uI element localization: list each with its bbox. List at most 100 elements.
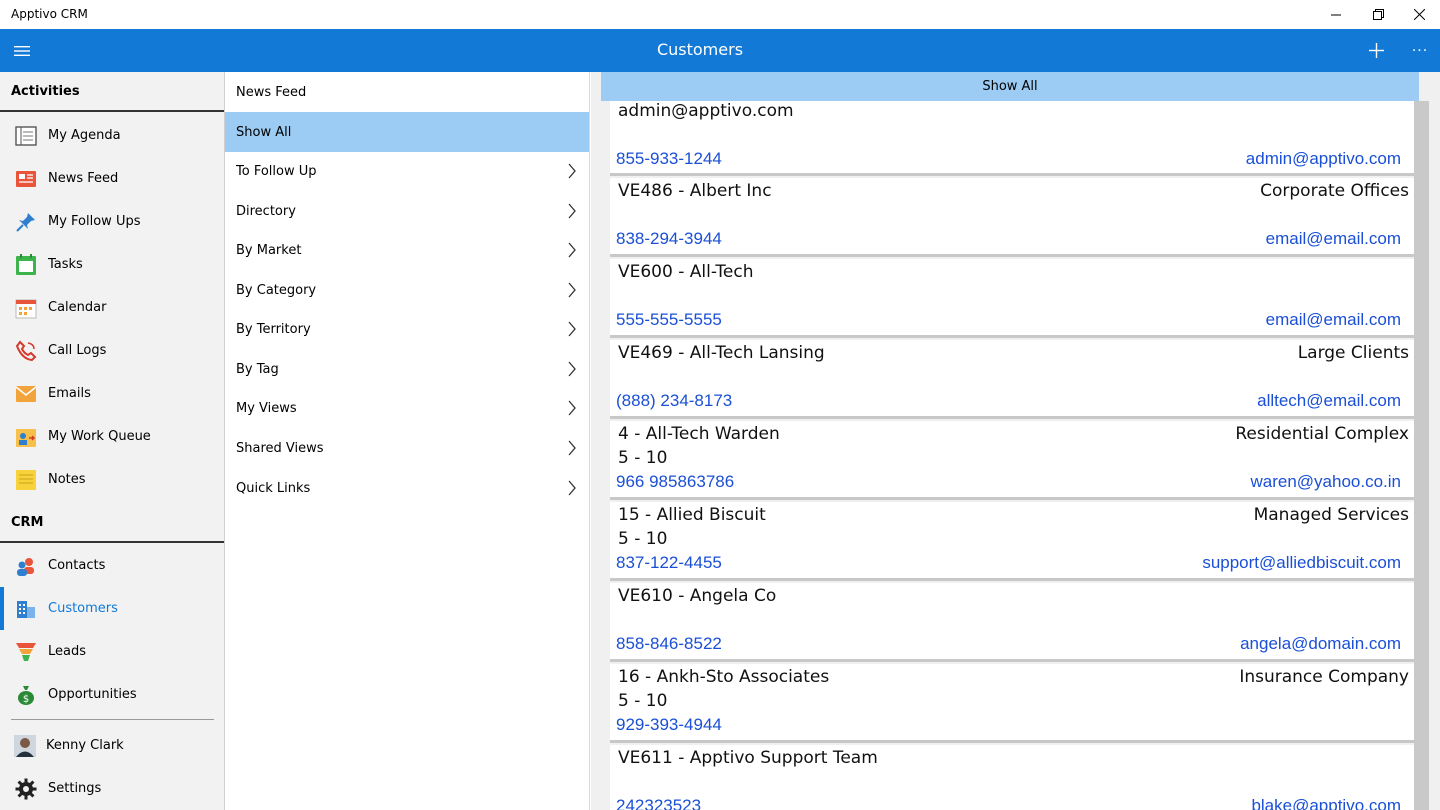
minimize-button[interactable] (1313, 0, 1359, 29)
chevron-right-icon (568, 440, 576, 456)
filter-label: To Follow Up (236, 163, 317, 179)
sidebar-item-contacts[interactable]: Contacts (0, 544, 224, 587)
customer-email[interactable]: email@email.com (1266, 310, 1401, 330)
customer-name: admin@apptivo.com (618, 101, 794, 121)
customer-email[interactable]: admin@apptivo.com (1246, 149, 1401, 169)
customer-name: VE610 - Angela Co (618, 586, 777, 606)
filter-by-tag[interactable]: By Tag (225, 349, 589, 389)
customer-phone[interactable]: (888) 234-8173 (616, 391, 732, 411)
more-options-button[interactable]: ··· (1400, 29, 1440, 72)
sidebar-item-my-work-queue[interactable]: My Work Queue (0, 415, 224, 458)
app-header-bar: Customers ··· (0, 29, 1440, 72)
sidebar-item-opportunities[interactable]: $ Opportunities (0, 673, 224, 716)
customer-card[interactable]: VE610 - Angela Co 858-846-8522 angela@do… (610, 583, 1414, 662)
customer-card[interactable]: 15 - Allied Biscuit Managed Services 5 -… (610, 502, 1414, 581)
customer-email[interactable]: angela@domain.com (1240, 634, 1401, 654)
customer-card[interactable]: VE611 - Apptivo Support Team 242323523 b… (610, 745, 1414, 810)
sidebar-item-label: Notes (48, 472, 86, 487)
customer-card[interactable]: VE469 - All-Tech Lansing Large Clients (… (610, 340, 1414, 419)
customer-email[interactable]: alltech@email.com (1257, 391, 1401, 411)
chevron-right-icon (568, 480, 576, 496)
restore-button[interactable] (1355, 0, 1401, 29)
filter-label: By Tag (236, 361, 279, 377)
filter-directory[interactable]: Directory (225, 191, 589, 231)
customer-card[interactable]: VE600 - All-Tech 555-555-5555 email@emai… (610, 259, 1414, 338)
customer-email[interactable]: email@email.com (1266, 229, 1401, 249)
filter-by-territory[interactable]: By Territory (225, 309, 589, 349)
customer-category: Managed Services (1253, 505, 1409, 525)
chevron-right-icon (568, 203, 576, 219)
customer-phone[interactable]: 242323523 (616, 796, 701, 810)
list-scrollbar[interactable] (1414, 101, 1429, 810)
filter-by-market[interactable]: By Market (225, 230, 589, 270)
customer-email[interactable]: blake@apptivo.com (1251, 796, 1401, 810)
filter-label: By Territory (236, 321, 311, 337)
email-icon (15, 383, 37, 405)
add-customer-button[interactable] (1356, 29, 1396, 72)
gear-icon (15, 778, 37, 800)
sidebar-item-label: My Agenda (48, 128, 121, 143)
filter-shared-views[interactable]: Shared Views (225, 428, 589, 468)
filter-label: By Market (236, 242, 302, 258)
tasks-icon (15, 253, 37, 276)
svg-text:$: $ (23, 694, 29, 705)
restore-icon (1372, 9, 1384, 20)
customer-card[interactable]: VE486 - Albert Inc Corporate Offices 838… (610, 178, 1414, 257)
customer-phone[interactable]: 555-555-5555 (616, 310, 722, 330)
filter-label: Show All (236, 124, 292, 140)
customer-phone[interactable]: 837-122-4455 (616, 553, 722, 573)
customer-email[interactable]: support@alliedbiscuit.com (1202, 553, 1401, 573)
customer-name: VE469 - All-Tech Lansing (618, 343, 825, 363)
sidebar-item-label: News Feed (48, 171, 119, 186)
sidebar-item-tasks[interactable]: Tasks (0, 243, 224, 286)
sidebar-item-my-follow-ups[interactable]: My Follow Ups (0, 200, 224, 243)
sidebar-item-label: Emails (48, 386, 91, 401)
sidebar-item-label: Contacts (48, 558, 106, 573)
sidebar-item-call-logs[interactable]: Call Logs (0, 329, 224, 372)
page-title: Customers (656, 40, 744, 59)
customer-card[interactable]: 16 - Ankh-Sto Associates Insurance Compa… (610, 664, 1414, 743)
sidebar-item-emails[interactable]: Emails (0, 372, 224, 415)
sidebar-item-calendar[interactable]: Calendar (0, 286, 224, 329)
pin-icon (15, 211, 37, 233)
sidebar-item-leads[interactable]: Leads (0, 630, 224, 673)
filter-label: Directory (236, 203, 296, 219)
sidebar-item-my-agenda[interactable]: My Agenda (0, 114, 224, 157)
sidebar-item-settings[interactable]: Settings (0, 767, 224, 810)
sidebar-item-label: My Follow Ups (48, 214, 141, 229)
minimize-icon (1331, 14, 1341, 15)
close-button[interactable] (1396, 0, 1440, 29)
filter-my-views[interactable]: My Views (225, 388, 589, 428)
customer-card[interactable]: admin@apptivo.com 855-933-1244 admin@app… (610, 101, 1414, 176)
close-icon (1413, 9, 1425, 20)
sidebar-item-label: Tasks (48, 257, 83, 272)
sidebar-item-news-feed[interactable]: News Feed (0, 157, 224, 200)
filter-news-feed[interactable]: News Feed (225, 72, 589, 112)
sidebar-item-user-profile[interactable]: Kenny Clark (0, 724, 224, 767)
filter-label: My Views (236, 400, 297, 416)
customer-category: Large Clients (1297, 343, 1409, 363)
sidebar-item-label: Calendar (48, 300, 107, 315)
money-bag-icon: $ (15, 684, 37, 706)
customer-phone[interactable]: 929-393-4944 (616, 715, 722, 735)
avatar (14, 734, 36, 757)
customer-name: 4 - All-Tech Warden (618, 424, 780, 444)
customer-phone[interactable]: 966 985863786 (616, 472, 734, 492)
customer-card[interactable]: 4 - All-Tech Warden Residential Complex … (610, 421, 1414, 500)
filter-show-all[interactable]: Show All (225, 112, 589, 152)
customer-email[interactable]: waren@yahoo.co.in (1250, 472, 1401, 492)
customer-category: Insurance Company (1239, 667, 1409, 687)
customer-phone[interactable]: 855-933-1244 (616, 149, 722, 169)
customer-phone[interactable]: 838-294-3944 (616, 229, 722, 249)
more-icon: ··· (1411, 42, 1429, 59)
customer-name: 15 - Allied Biscuit (618, 505, 766, 525)
customer-phone[interactable]: 858-846-8522 (616, 634, 722, 654)
chevron-right-icon (568, 361, 576, 377)
sidebar-item-customers[interactable]: Customers (0, 587, 224, 630)
sidebar-item-notes[interactable]: Notes (0, 458, 224, 501)
filter-quick-links[interactable]: Quick Links (225, 468, 589, 508)
filter-by-category[interactable]: By Category (225, 270, 589, 310)
filter-to-follow-up[interactable]: To Follow Up (225, 151, 589, 191)
sidebar-item-label: Customers (48, 601, 118, 616)
phone-icon (15, 339, 37, 362)
